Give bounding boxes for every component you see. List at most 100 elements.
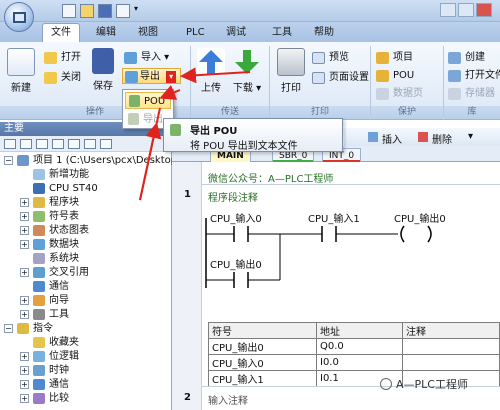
open-folder-icon[interactable]: [80, 4, 94, 18]
tree-item-label: 符号表: [49, 211, 79, 222]
preview-label: 预览: [329, 52, 349, 63]
create-label: 创建: [465, 52, 485, 63]
minimize-button[interactable]: [440, 3, 456, 17]
tree-item-label: 交叉引用: [49, 267, 89, 278]
new-project-icon: [7, 48, 35, 76]
tab-plc[interactable]: PLC: [186, 24, 205, 42]
table-row: CPU_输入0 I0.0: [208, 354, 500, 371]
tree-node-icon: [17, 155, 29, 166]
print-button[interactable]: 打印: [276, 48, 306, 94]
view-icon[interactable]: [84, 139, 96, 149]
view-icon[interactable]: [52, 139, 64, 149]
expand-icon[interactable]: +: [20, 380, 29, 389]
expand-icon[interactable]: +: [20, 268, 29, 277]
view-icon[interactable]: [100, 139, 112, 149]
tree-node-icon: [33, 169, 45, 180]
export-dropdown-arrow-icon[interactable]: ▾: [166, 71, 177, 83]
export-pou-label: POU: [144, 96, 166, 107]
export-button[interactable]: 导出 ▾: [122, 68, 182, 84]
pou-label: POU: [393, 70, 415, 81]
project-tree-panel: 主要 − 项目 1 (C:\Users\pcx\Desktop) 新增功能 CPU S…: [0, 122, 181, 410]
tooltip-title: 导出 POU: [190, 126, 238, 137]
watermark: A—PLC工程师: [380, 376, 468, 392]
tree-node-icon: [33, 211, 45, 222]
print-icon[interactable]: [116, 4, 130, 18]
watermark-text: A—PLC工程师: [396, 378, 468, 391]
expand-icon[interactable]: +: [20, 212, 29, 221]
open-library-folder-button[interactable]: 打开文件: [448, 68, 500, 84]
close-label: 关闭: [61, 72, 81, 83]
tree-node-icon: [33, 253, 45, 264]
create-library-button[interactable]: 创建: [448, 50, 485, 66]
open-button[interactable]: 打开: [44, 50, 81, 66]
save-icon[interactable]: [98, 4, 112, 18]
view-icon[interactable]: [4, 139, 16, 149]
import-button[interactable]: 导入 ▾: [124, 50, 169, 66]
pou-protect-button[interactable]: POU: [376, 68, 414, 84]
tree-item-label: 通信: [49, 281, 69, 292]
rung-comment: 输入注释: [208, 396, 248, 407]
tree-node-icon: [33, 379, 45, 390]
project-lock-icon: [376, 52, 389, 64]
upload-label: 上传: [201, 83, 221, 94]
memory-icon: [448, 88, 461, 100]
tab-edit[interactable]: 编辑: [96, 24, 116, 42]
comment-cell: [402, 354, 500, 371]
expand-icon[interactable]: +: [20, 394, 29, 403]
tooltip-pou-icon: [170, 124, 181, 136]
expand-icon[interactable]: +: [20, 352, 29, 361]
close-button[interactable]: [476, 3, 492, 17]
pou-lock-icon: [376, 70, 389, 82]
save-label: 保存: [93, 81, 113, 92]
address-cell: I0.0: [316, 354, 403, 371]
download-button[interactable]: 下载 ▾: [232, 48, 262, 94]
insert-icon: [368, 132, 378, 142]
expand-icon[interactable]: +: [20, 366, 29, 375]
tree-item-label: 通信: [49, 379, 69, 390]
expand-icon[interactable]: +: [20, 240, 29, 249]
preview-button[interactable]: 预览: [312, 50, 349, 66]
maximize-button[interactable]: [458, 3, 474, 17]
customize-arrow-icon[interactable]: ▾: [134, 4, 144, 18]
view-icon[interactable]: [68, 139, 80, 149]
group-protect-label: 保护: [371, 106, 443, 119]
expand-icon[interactable]: +: [20, 198, 29, 207]
upload-button[interactable]: 上传: [196, 48, 226, 94]
application-button[interactable]: [4, 2, 34, 32]
expand-icon[interactable]: +: [20, 296, 29, 305]
collapse-icon[interactable]: −: [4, 156, 13, 165]
delete-button[interactable]: 删除: [432, 131, 452, 146]
tree-item-label: 指令: [33, 323, 53, 334]
tree-item-label: 位逻辑: [49, 351, 79, 362]
more-tools-icon[interactable]: ▾: [468, 131, 473, 142]
page-setup-label: 页面设置: [329, 72, 369, 83]
tree-item-label: CPU ST40: [49, 183, 98, 194]
tab-view[interactable]: 视图: [138, 24, 158, 42]
new-button[interactable]: 新建: [6, 48, 36, 94]
project-protect-button[interactable]: 项目: [376, 50, 413, 66]
table-header-row: 符号 地址 注释: [208, 322, 500, 339]
new-file-icon[interactable]: [62, 4, 76, 18]
tab-debug[interactable]: 调试: [226, 24, 246, 42]
export-pou-menu-item[interactable]: POU: [125, 92, 171, 109]
tree-item-label: 项目 1 (C:\Users\pcx\Desktop): [33, 155, 181, 166]
tab-help[interactable]: 帮助: [314, 24, 334, 42]
ladder-editor[interactable]: 微信公众号：A—PLC工程师 1 程序段注释 CPU_输入0 CPU_输入1 C…: [172, 162, 500, 410]
view-icon[interactable]: [20, 139, 32, 149]
insert-button[interactable]: 插入: [382, 131, 402, 146]
collapse-icon[interactable]: −: [4, 324, 13, 333]
tree-node-icon: [17, 323, 29, 334]
wechat-icon: [380, 378, 392, 390]
tab-tools[interactable]: 工具: [272, 24, 292, 42]
project-label: 项目: [393, 52, 413, 63]
export-icon: [125, 71, 138, 83]
tree-item-label: 时钟: [49, 365, 69, 376]
save-button[interactable]: 保存: [90, 48, 116, 92]
ribbon: 新建 打开 关闭 保存 导入 ▾ 导出 ▾ 操作 上传 下载 ▾ 传送 打印 预…: [0, 42, 500, 120]
page-setup-button[interactable]: 页面设置: [312, 70, 369, 86]
expand-icon[interactable]: +: [20, 226, 29, 235]
tab-file[interactable]: 文件: [42, 23, 80, 43]
close-project-button[interactable]: 关闭: [44, 70, 81, 86]
expand-icon[interactable]: +: [20, 310, 29, 319]
view-icon[interactable]: [36, 139, 48, 149]
